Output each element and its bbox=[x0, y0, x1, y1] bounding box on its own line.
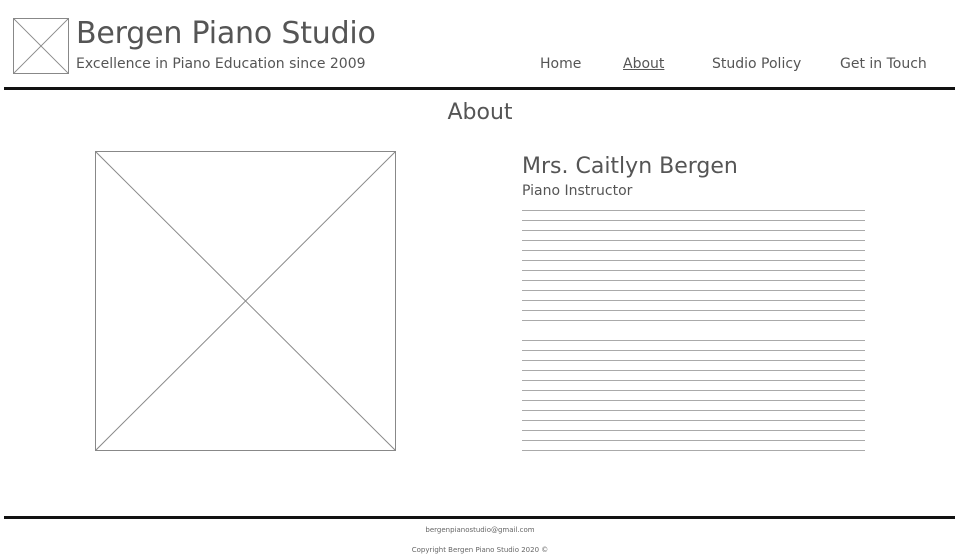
nav-link-get-in-touch[interactable]: Get in Touch bbox=[840, 56, 927, 72]
instructor-photo bbox=[95, 151, 396, 451]
text-line-placeholder bbox=[522, 320, 865, 321]
instructor-role: Piano Instructor bbox=[522, 183, 633, 199]
site-tagline: Excellence in Piano Education since 2009 bbox=[76, 56, 366, 72]
footer-divider bbox=[4, 516, 955, 519]
text-line-placeholder bbox=[522, 240, 865, 241]
text-line-placeholder bbox=[522, 370, 865, 371]
instructor-name: Mrs. Caitlyn Bergen bbox=[522, 154, 738, 179]
text-line-placeholder bbox=[522, 210, 865, 211]
text-line-placeholder bbox=[522, 430, 865, 431]
nav-link-about[interactable]: About bbox=[623, 56, 664, 72]
text-line-placeholder bbox=[522, 290, 865, 291]
text-line-placeholder bbox=[522, 220, 865, 221]
text-line-placeholder bbox=[522, 420, 865, 421]
page-title: About bbox=[447, 100, 513, 125]
nav-link-studio-policy[interactable]: Studio Policy bbox=[712, 56, 801, 72]
text-line-placeholder bbox=[522, 340, 865, 341]
text-line-placeholder bbox=[522, 450, 865, 451]
header-divider bbox=[4, 87, 955, 90]
text-line-placeholder bbox=[522, 350, 865, 351]
text-line-placeholder bbox=[522, 440, 865, 441]
footer-email-link[interactable]: bergenpianostudio@gmail.com bbox=[0, 526, 960, 534]
text-line-placeholder bbox=[522, 310, 865, 311]
text-line-placeholder bbox=[522, 300, 865, 301]
text-line-placeholder bbox=[522, 260, 865, 261]
site-title: Bergen Piano Studio bbox=[76, 16, 376, 51]
footer-copyright: Copyright Bergen Piano Studio 2020 © bbox=[411, 546, 549, 554]
nav-link-home[interactable]: Home bbox=[540, 56, 581, 72]
image-placeholder-icon bbox=[96, 152, 395, 450]
logo[interactable] bbox=[13, 18, 69, 74]
text-line-placeholder bbox=[522, 230, 865, 231]
text-line-placeholder bbox=[522, 270, 865, 271]
text-line-placeholder bbox=[522, 280, 865, 281]
text-line-placeholder bbox=[522, 400, 865, 401]
text-line-placeholder bbox=[522, 390, 865, 391]
text-line-placeholder bbox=[522, 380, 865, 381]
text-line-placeholder bbox=[522, 250, 865, 251]
image-placeholder-icon bbox=[14, 19, 68, 73]
text-line-placeholder bbox=[522, 410, 865, 411]
text-line-placeholder bbox=[522, 360, 865, 361]
